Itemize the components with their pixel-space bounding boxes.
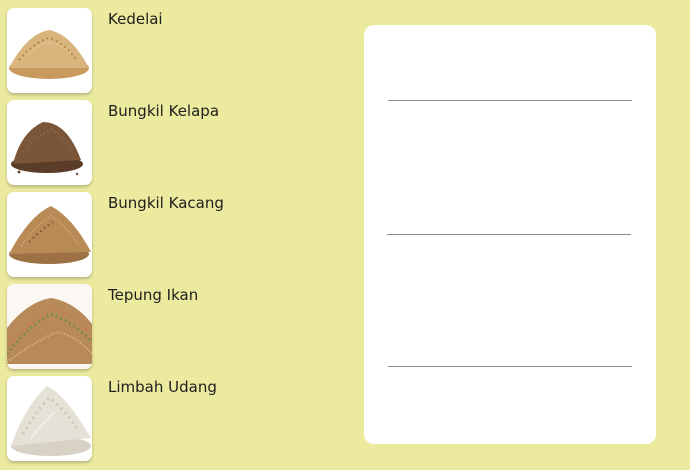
ingredient-label: Kedelai: [108, 10, 163, 28]
drop-slot-line-3: [388, 366, 632, 367]
ingredient-item-bungkil-kacang[interactable]: Bungkil Kacang: [7, 192, 307, 277]
ingredient-item-tepung-ikan[interactable]: Tepung Ikan: [7, 284, 307, 369]
ingredient-item-bungkil-kelapa[interactable]: Bungkil Kelapa: [7, 100, 307, 185]
shrimp-waste-pile-image[interactable]: [7, 376, 92, 461]
drop-slot-line-1: [388, 100, 632, 101]
ingredient-item-kedelai[interactable]: Kedelai: [7, 8, 307, 93]
ingredient-item-limbah-udang[interactable]: Limbah Udang: [7, 376, 307, 461]
drop-slot-line-2: [387, 234, 631, 235]
ingredient-label: Tepung Ikan: [108, 286, 199, 304]
ingredient-label: Limbah Udang: [108, 378, 217, 396]
soybean-pile-image[interactable]: [7, 8, 92, 93]
drop-target-panel[interactable]: [364, 25, 656, 444]
ingredient-label: Bungkil Kacang: [108, 194, 224, 212]
coconut-meal-pile-image[interactable]: [7, 100, 92, 185]
fish-meal-pile-image[interactable]: [7, 284, 92, 369]
ingredient-label: Bungkil Kelapa: [108, 102, 220, 120]
peanut-meal-pile-image[interactable]: [7, 192, 92, 277]
